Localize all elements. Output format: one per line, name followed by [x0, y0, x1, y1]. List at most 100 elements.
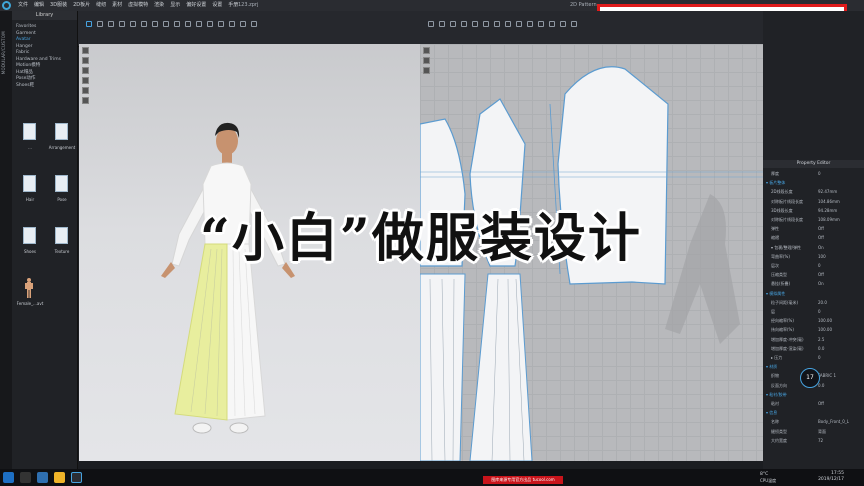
- dart-tool-icon[interactable]: [494, 21, 500, 27]
- property-value[interactable]: 20.0: [818, 300, 827, 307]
- menu-sewing[interactable]: 缝纫: [96, 0, 106, 11]
- property-value[interactable]: 94.28mm: [818, 208, 837, 215]
- move-tool-icon[interactable]: [97, 21, 103, 27]
- menu-3d-garment[interactable]: 3D服装: [50, 0, 67, 11]
- property-row[interactable]: 弯曲率(%) 100: [763, 254, 864, 261]
- property-row[interactable]: 压缩类型 Off: [763, 272, 864, 279]
- fit-tool-icon[interactable]: [141, 21, 147, 27]
- property-row[interactable]: ▾ 板片整体: [763, 180, 864, 187]
- property-value[interactable]: Off: [818, 235, 824, 242]
- search-icon[interactable]: [20, 472, 31, 483]
- property-row[interactable]: 缩褶 Off: [763, 235, 864, 242]
- library-item-shoes[interactable]: Shoes鞋: [12, 83, 77, 90]
- property-value[interactable]: On: [818, 245, 824, 252]
- pin-tool-icon[interactable]: [119, 21, 125, 27]
- property-value[interactable]: 100.00: [818, 327, 832, 334]
- property-row[interactable]: 大约宽度 72: [763, 438, 864, 445]
- menu-edit[interactable]: 编辑: [34, 0, 44, 11]
- property-row[interactable]: 粘衬 Off: [763, 401, 864, 408]
- trim-tool-icon[interactable]: [207, 21, 213, 27]
- property-row[interactable]: 名称 Body_Front_0_L: [763, 419, 864, 426]
- property-row[interactable]: 悬挂(折叠) On: [763, 281, 864, 288]
- segment-sewing-icon[interactable]: [516, 21, 522, 27]
- property-row[interactable]: 弹性 Off: [763, 226, 864, 233]
- menu-manual[interactable]: 手册: [228, 0, 238, 11]
- render-tool-icon[interactable]: [251, 21, 257, 27]
- start-icon[interactable]: [3, 472, 14, 483]
- library-tile[interactable]: Hair: [16, 171, 44, 213]
- menu-render[interactable]: 渲染: [154, 0, 164, 11]
- property-row[interactable]: 增加厚度-渲染(毫) 0.0: [763, 346, 864, 353]
- property-row[interactable]: ▾ 模拟属性: [763, 291, 864, 298]
- menu-2d-pattern[interactable]: 2D板片: [73, 0, 90, 11]
- property-value[interactable]: Off: [818, 272, 824, 279]
- library-tile[interactable]: Texture: [48, 223, 76, 265]
- fold-tool-icon[interactable]: [108, 21, 114, 27]
- zip-tool-icon[interactable]: [185, 21, 191, 27]
- property-row[interactable]: 层0: [763, 309, 864, 316]
- property-value[interactable]: Off: [818, 401, 824, 408]
- property-value[interactable]: 0: [818, 355, 821, 362]
- clo-app-icon[interactable]: [71, 472, 82, 483]
- property-value[interactable]: 104.86mm: [818, 199, 840, 206]
- property-value[interactable]: 0.0: [818, 346, 824, 353]
- internal-line-icon[interactable]: [483, 21, 489, 27]
- menu-materials[interactable]: 素材: [112, 0, 122, 11]
- property-row[interactable]: 经向缩率(%) 100.00: [763, 318, 864, 325]
- property-row[interactable]: 粒子间距(毫米) 20.0: [763, 300, 864, 307]
- button-tool-icon[interactable]: [196, 21, 202, 27]
- property-value[interactable]: Off: [818, 226, 824, 233]
- graphic-tool-icon[interactable]: [229, 21, 235, 27]
- brush-tool-icon[interactable]: [163, 21, 169, 27]
- property-row[interactable]: 缝纫类型 背面: [763, 429, 864, 436]
- menu-file[interactable]: 文件: [18, 0, 28, 11]
- property-row[interactable]: ▸ 压力 0: [763, 355, 864, 362]
- property-value[interactable]: 0: [818, 171, 821, 178]
- property-value[interactable]: 0.0: [818, 383, 824, 390]
- property-value[interactable]: 背面: [818, 429, 826, 436]
- library-tile[interactable]: ...: [16, 119, 44, 161]
- property-value[interactable]: On: [818, 281, 824, 288]
- free-sewing-icon[interactable]: [527, 21, 533, 27]
- property-value[interactable]: 92.47mm: [818, 189, 837, 196]
- property-row[interactable]: ▾ 包裹/整理/弹性 On: [763, 245, 864, 252]
- circle-tool-icon[interactable]: [472, 21, 478, 27]
- property-value[interactable]: 2.5: [818, 337, 824, 344]
- menu-avatar[interactable]: 虚拟模特: [128, 0, 148, 11]
- menu-display[interactable]: 显示: [170, 0, 180, 11]
- notch-tool-icon[interactable]: [560, 21, 566, 27]
- select-tool-icon[interactable]: [86, 21, 92, 27]
- property-row[interactable]: 2D线段长度 92.47mm: [763, 189, 864, 196]
- property-row[interactable]: ▾ 信息: [763, 410, 864, 417]
- library-tile[interactable]: Arrangement: [48, 119, 76, 161]
- tack-tool-icon[interactable]: [130, 21, 136, 27]
- grain-tool-icon[interactable]: [549, 21, 555, 27]
- polygon-tool-icon[interactable]: [450, 21, 456, 27]
- folder-icon[interactable]: [54, 472, 65, 483]
- property-row[interactable]: 层次 0: [763, 263, 864, 270]
- tuck-tool-icon[interactable]: [538, 21, 544, 27]
- steam-tool-icon[interactable]: [152, 21, 158, 27]
- task-view-icon[interactable]: [37, 472, 48, 483]
- property-row[interactable]: 厚度 0: [763, 171, 864, 178]
- property-value[interactable]: Body_Front_0_L: [818, 419, 849, 426]
- property-value[interactable]: 0: [818, 263, 821, 270]
- property-value[interactable]: 0: [818, 309, 821, 316]
- library-tile-avatar[interactable]: Female_...avt: [16, 275, 44, 317]
- property-row[interactable]: ▾ 粘衬/胶带: [763, 392, 864, 399]
- property-row[interactable]: 增加厚度-冲突(毫) 2.5: [763, 337, 864, 344]
- property-value[interactable]: 72: [818, 438, 823, 445]
- texture-tool-icon[interactable]: [218, 21, 224, 27]
- library-tile[interactable]: Pose: [48, 171, 76, 213]
- menu-settings[interactable]: 设置: [212, 0, 222, 11]
- property-row[interactable]: 对称板片线段长度 108.09mm: [763, 217, 864, 224]
- ruler-tool-icon[interactable]: [571, 21, 577, 27]
- property-value[interactable]: 108.09mm: [818, 217, 840, 224]
- property-value[interactable]: FABRIC 1: [818, 373, 836, 380]
- property-value[interactable]: 100.00: [818, 318, 832, 325]
- property-row[interactable]: 纬向缩率(%) 100.00: [763, 327, 864, 334]
- edit-pattern-icon[interactable]: [439, 21, 445, 27]
- menu-preferences[interactable]: 偏好设置: [186, 0, 206, 11]
- property-value[interactable]: 100: [818, 254, 826, 261]
- transform-pattern-icon[interactable]: [428, 21, 434, 27]
